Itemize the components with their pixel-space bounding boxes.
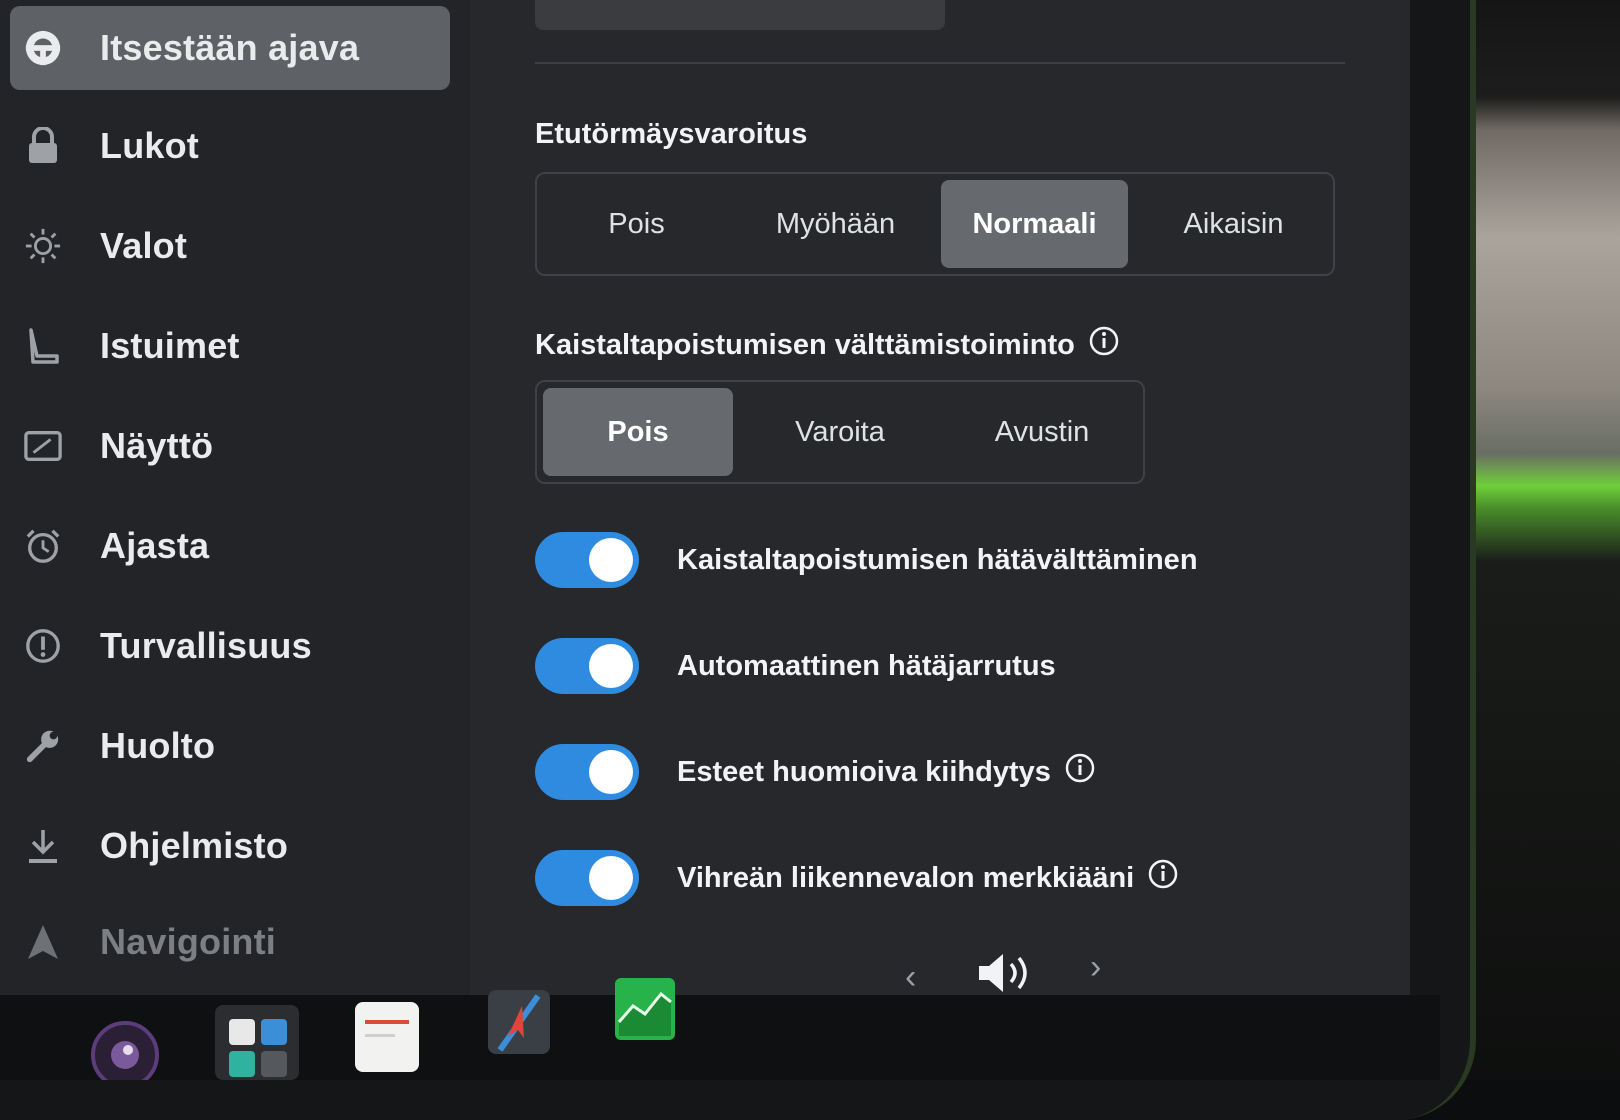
info-icon[interactable]	[1089, 326, 1119, 364]
settings-screen: Itsestään ajava Lukot Valot Istuimet Näy	[0, 0, 1410, 1000]
toggle-row-emergency-lane-departure: Kaistaltapoistumisen hätävälttäminen	[535, 530, 1198, 590]
toggle-label-text: Vihreän liikennevalon merkkiääni	[677, 861, 1135, 894]
volume-icon[interactable]	[975, 948, 1039, 1003]
sidebar-item-label: Valot	[100, 225, 188, 266]
toggle-row-green-light-chime: Vihreän liikennevalon merkkiääni	[535, 848, 1178, 908]
forward-collision-option-late[interactable]: Myöhään	[742, 180, 929, 268]
sidebar-item-navigation[interactable]: Navigointi	[10, 900, 450, 984]
camera-icon[interactable]	[90, 1020, 160, 1089]
sidebar-item-label: Navigointi	[100, 921, 277, 962]
toggle-label-text: Esteet huomioiva kiihdytys	[677, 755, 1051, 788]
forward-collision-option-off[interactable]: Pois	[543, 180, 730, 268]
green-light-chime-toggle[interactable]	[535, 850, 639, 906]
stocks-chart-icon[interactable]	[615, 978, 675, 1045]
seat-icon	[24, 327, 62, 365]
sidebar-item-label: Turvallisuus	[100, 625, 312, 666]
sidebar-item-schedule[interactable]: Ajasta	[10, 504, 450, 588]
sidebar-item-label: Ajasta	[100, 525, 210, 566]
previous-arrow[interactable]: ‹	[905, 958, 916, 997]
notepad-icon[interactable]	[355, 1002, 419, 1077]
toggle-row-automatic-emergency-braking: Automaattinen hätäjarrutus	[535, 636, 1056, 696]
previous-control-stub	[535, 0, 945, 30]
download-icon	[24, 827, 62, 865]
lane-departure-option-assist[interactable]: Avustin	[947, 388, 1137, 476]
settings-sidebar: Itsestään ajava Lukot Valot Istuimet Näy	[0, 0, 470, 1000]
toggle-label-text: Automaattinen hätäjarrutus	[677, 649, 1056, 682]
navigation-arrow-icon	[24, 923, 62, 961]
lane-departure-option-off[interactable]: Pois	[543, 388, 733, 476]
emergency-lane-departure-toggle[interactable]	[535, 532, 639, 588]
sidebar-item-autopilot[interactable]: Itsestään ajava	[10, 6, 450, 90]
alarm-clock-icon	[24, 527, 62, 565]
lane-departure-option-warn[interactable]: Varoita	[745, 388, 935, 476]
automatic-emergency-braking-toggle[interactable]	[535, 638, 639, 694]
sidebar-item-software[interactable]: Ohjelmisto	[10, 804, 450, 888]
forward-collision-option-early[interactable]: Aikaisin	[1140, 180, 1327, 268]
safety-icon	[24, 627, 62, 665]
sidebar-item-locks[interactable]: Lukot	[10, 104, 450, 188]
info-icon[interactable]	[1065, 753, 1095, 791]
toggle-knob	[589, 856, 633, 900]
sidebar-item-service[interactable]: Huolto	[10, 704, 450, 788]
navigation-app-icon[interactable]	[488, 990, 550, 1059]
toggle-knob	[589, 644, 633, 688]
info-icon[interactable]	[1148, 859, 1178, 897]
toggle-knob	[589, 750, 633, 794]
toggle-row-obstacle-aware-acceleration: Esteet huomioiva kiihdytys	[535, 742, 1095, 802]
sidebar-item-label: Näyttö	[100, 425, 214, 466]
sidebar-item-label: Istuimet	[100, 325, 240, 366]
forward-collision-option-normal[interactable]: Normaali	[941, 180, 1128, 268]
toggle-label: Automaattinen hätäjarrutus	[677, 650, 1056, 683]
display-icon	[24, 427, 62, 465]
next-arrow[interactable]: ›	[1090, 948, 1101, 987]
sidebar-item-label: Huolto	[100, 725, 216, 766]
sidebar-item-lights[interactable]: Valot	[10, 204, 450, 288]
steering-wheel-icon	[24, 29, 62, 67]
lane-departure-segmented-control: Pois Varoita Avustin	[535, 380, 1145, 484]
toggle-label: Vihreän liikennevalon merkkiääni	[677, 859, 1178, 897]
sun-icon	[24, 227, 62, 265]
sidebar-item-label: Lukot	[100, 125, 199, 166]
sidebar-item-safety[interactable]: Turvallisuus	[10, 604, 450, 688]
toggle-label: Esteet huomioiva kiihdytys	[677, 753, 1095, 791]
section-divider	[535, 62, 1345, 64]
toggle-label: Kaistaltapoistumisen hätävälttäminen	[677, 544, 1198, 577]
sidebar-item-label: Ohjelmisto	[100, 825, 289, 866]
toggle-label-text: Kaistaltapoistumisen hätävälttäminen	[677, 543, 1198, 576]
section-title: Etutörmäysvaroitus	[535, 118, 808, 150]
section-title: Kaistaltapoistumisen välttämistoiminto	[535, 328, 1075, 361]
toggle-knob	[589, 538, 633, 582]
sidebar-item-seats[interactable]: Istuimet	[10, 304, 450, 388]
sidebar-item-display[interactable]: Näyttö	[10, 404, 450, 488]
autopilot-settings-panel: Etutörmäysvaroitus Pois Myöhään Normaali…	[535, 0, 1355, 1000]
forward-collision-title: Etutörmäysvaroitus	[535, 118, 807, 151]
sidebar-item-label: Itsestään ajava	[100, 27, 360, 68]
lock-icon	[24, 127, 62, 165]
wrench-icon	[24, 727, 62, 765]
lane-departure-title: Kaistaltapoistumisen välttämistoiminto	[535, 326, 1119, 364]
forward-collision-segmented-control: Pois Myöhään Normaali Aikaisin	[535, 172, 1335, 276]
obstacle-aware-acceleration-toggle[interactable]	[535, 744, 639, 800]
app-launcher-icon[interactable]	[215, 1005, 299, 1085]
